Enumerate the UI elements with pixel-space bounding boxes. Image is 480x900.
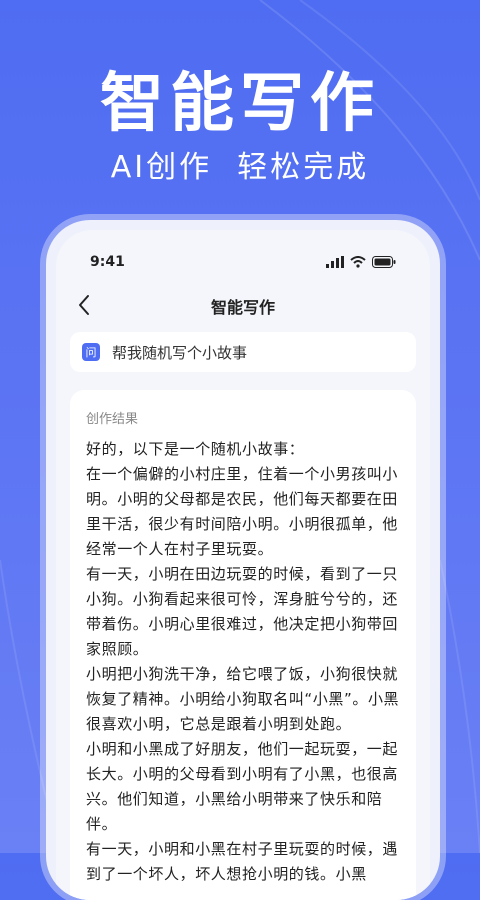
nav-title: 智能写作 [210, 298, 275, 317]
status-bar: 9:41 [90, 254, 396, 274]
result-paragraph: 小明和小黑成了好朋友，他们一起玩耍，一起长大。小明的父母看到小明有了小黑，也很高… [86, 740, 399, 833]
banner-subtitle: AI创作 轻松完成 [110, 150, 370, 185]
result-body: 好的，以下是一个随机小故事： 在一个偏僻的小村庄里，住着一个小男孩叫小明。小明的… [86, 437, 400, 887]
battery-icon [372, 256, 396, 268]
phone-mockup: 9:41 智能写作 问 帮我随机写个小故事 创作结果 好的，以下是一个随机小故事… [46, 220, 440, 900]
status-time: 9:41 [90, 254, 125, 270]
question-card[interactable]: 问 帮我随机写个小故事 [70, 332, 416, 372]
question-badge: 问 [82, 343, 100, 361]
result-label: 创作结果 [86, 412, 139, 427]
question-text: 帮我随机写个小故事 [112, 343, 248, 362]
phone-screen: 9:41 智能写作 问 帮我随机写个小故事 创作结果 好的，以下是一个随机小故事… [56, 230, 430, 900]
result-paragraph: 好的，以下是一个随机小故事： [86, 440, 305, 458]
result-paragraph: 有一天，小明在田边玩耍的时候，看到了一只小狗。小狗看起来很可怜，浑身脏兮兮的，还… [86, 565, 399, 658]
result-paragraph: 在一个偏僻的小村庄里，住着一个小男孩叫小明。小明的父母都是农民，他们每天都要在田… [86, 465, 399, 558]
signal-icon [326, 256, 344, 268]
status-icons [326, 256, 396, 268]
result-card: 创作结果 好的，以下是一个随机小故事： 在一个偏僻的小村庄里，住着一个小男孩叫小… [70, 390, 416, 900]
banner-title: 智能写作 [100, 67, 380, 141]
wifi-icon [350, 256, 366, 268]
result-paragraph: 小明把小狗洗干净，给它喂了饭，小狗很快就恢复了精神。小明给小狗取名叫“小黑”。小… [86, 665, 400, 733]
nav-bar: 智能写作 [56, 288, 430, 324]
result-paragraph: 有一天，小明和小黑在村子里玩耍的时候，遇到了一个坏人，坏人想抢小明的钱。小黑 [86, 840, 399, 883]
